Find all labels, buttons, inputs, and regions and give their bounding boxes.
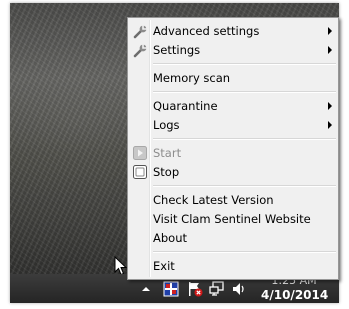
volume-icon [233,283,244,295]
shield-icon [163,281,179,297]
play-icon [132,145,148,161]
menu-item-advanced-settings[interactable]: Advanced settings [130,22,336,41]
wrench-icon [132,42,148,58]
menu-item-label: Check Latest Version [153,193,274,207]
menu-item-label: Memory scan [153,71,231,85]
chevron-up-icon [142,287,150,291]
menu-item-label: Quarantine [153,99,218,113]
menu-separator [153,63,336,65]
context-menu: Advanced settings Settings Memory scan Q… [127,17,339,280]
network-tray-icon[interactable] [208,280,226,298]
menu-item-visit-website[interactable]: Visit Clam Sentinel Website [130,210,336,229]
action-center-flag-tray-icon[interactable] [186,280,204,298]
menu-separator [153,91,336,93]
submenu-arrow-icon [328,46,332,54]
menu-item-check-latest-version[interactable]: Check Latest Version [130,191,336,210]
network-icon [209,281,224,296]
menu-item-label: Advanced settings [153,24,260,38]
menu-item-label: About [153,231,188,245]
menu-item-logs[interactable]: Logs [130,116,336,135]
show-hidden-icons-arrow[interactable] [140,280,152,298]
menu-item-quarantine[interactable]: Quarantine [130,97,336,116]
menu-separator [153,251,336,253]
volume-tray-icon[interactable] [230,280,248,298]
clock-date: 4/10/2014 [261,288,329,302]
submenu-arrow-icon [328,121,332,129]
menu-item-label: Exit [153,259,175,273]
menu-item-label: Start [153,146,182,160]
menu-item-settings[interactable]: Settings [130,41,336,60]
menu-separator [153,185,336,187]
flag-icon [189,282,203,297]
menu-item-label: Visit Clam Sentinel Website [153,212,311,226]
menu-item-memory-scan[interactable]: Memory scan [130,69,336,88]
mouse-pointer-icon [114,256,128,276]
submenu-arrow-icon [328,102,332,110]
menu-item-exit[interactable]: Exit [130,257,336,276]
menu-item-label: Settings [153,43,201,57]
submenu-arrow-icon [328,27,332,35]
menu-item-stop[interactable]: Stop [130,163,336,182]
menu-item-label: Logs [153,118,180,132]
stop-icon [132,164,148,180]
clam-sentinel-tray-icon[interactable] [162,280,180,298]
menu-item-label: Stop [153,165,180,179]
menu-separator [153,138,336,140]
wrench-icon [132,23,148,39]
menu-item-start: Start [130,144,336,163]
menu-item-about[interactable]: About [130,229,336,248]
